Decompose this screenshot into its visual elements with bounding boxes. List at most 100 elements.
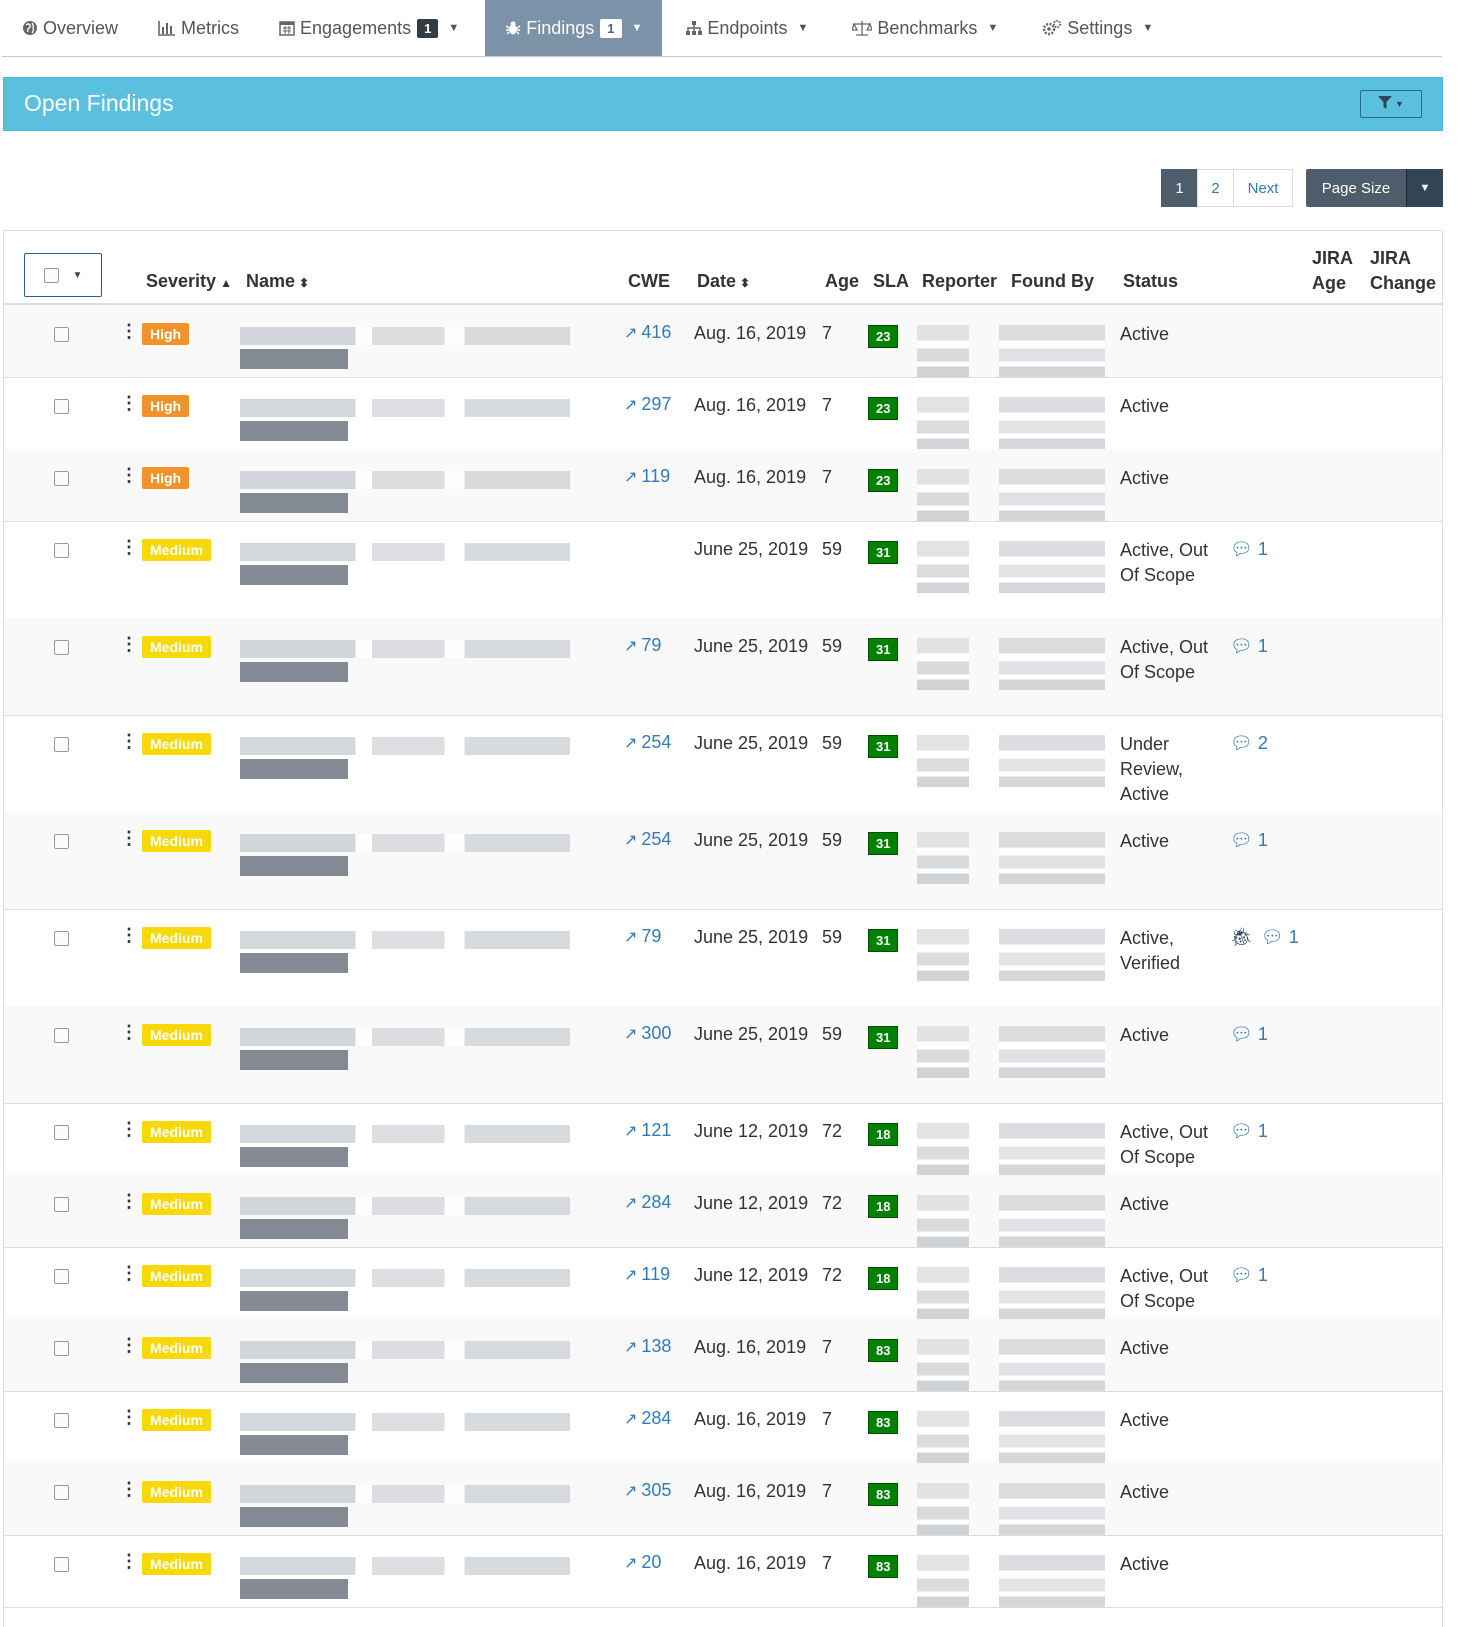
finding-name-redacted[interactable] <box>240 467 580 517</box>
cwe-link[interactable]: ↗ 20 <box>624 1552 661 1573</box>
row-checkbox[interactable] <box>54 640 69 655</box>
row-checkbox[interactable] <box>54 399 69 414</box>
row-actions-icon[interactable]: ⋮ <box>120 321 138 342</box>
page-1-button[interactable]: 1 <box>1161 169 1198 207</box>
col-status[interactable]: Status <box>1123 271 1178 292</box>
row-checkbox[interactable] <box>54 737 69 752</box>
row-checkbox[interactable] <box>54 327 69 342</box>
next-page-button[interactable]: Next <box>1233 169 1293 207</box>
finding-name-redacted[interactable] <box>240 830 580 880</box>
cwe-link[interactable]: ↗ 300 <box>624 1023 671 1044</box>
finding-name-redacted[interactable] <box>240 395 580 445</box>
page-2-button[interactable]: 2 <box>1197 169 1234 207</box>
nav-engagements[interactable]: Engagements 1 ▼ <box>263 0 485 56</box>
filter-button[interactable]: ▼ <box>1360 90 1422 118</box>
col-jira-age[interactable]: JIRA Age <box>1312 246 1356 296</box>
row-checkbox[interactable] <box>54 1557 69 1572</box>
row-actions-icon[interactable]: ⋮ <box>120 1551 138 1572</box>
cwe-link[interactable]: ↗ 305 <box>624 1480 671 1501</box>
notes-link[interactable]: 🐞︎ 💬︎ 1 <box>1230 927 1299 948</box>
nav-metrics[interactable]: Metrics <box>134 0 263 56</box>
row-actions-icon[interactable]: ⋮ <box>120 1119 138 1140</box>
finding-name-redacted[interactable] <box>240 1193 580 1243</box>
chevron-down-icon[interactable]: ▼ <box>1406 169 1443 207</box>
row-actions-icon[interactable]: ⋮ <box>120 731 138 752</box>
row-checkbox[interactable] <box>54 1028 69 1043</box>
col-jira-change[interactable]: JIRA Change <box>1370 246 1440 296</box>
finding-name-redacted[interactable] <box>240 636 580 686</box>
col-reporter[interactable]: Reporter <box>922 271 997 292</box>
finding-status: Active <box>1120 396 1170 416</box>
row-checkbox[interactable] <box>54 1485 69 1500</box>
notes-link[interactable]: 💬︎ 1 <box>1230 1121 1268 1142</box>
cwe-link[interactable]: ↗ 284 <box>624 1192 671 1213</box>
row-checkbox[interactable] <box>54 1269 69 1284</box>
notes-link[interactable]: 💬︎ 1 <box>1230 1024 1268 1045</box>
row-checkbox[interactable] <box>54 834 69 849</box>
finding-name-redacted[interactable] <box>240 1553 580 1603</box>
cwe-link[interactable]: ↗ 119 <box>624 1264 670 1285</box>
cwe-link[interactable]: ↗ 416 <box>624 322 671 343</box>
row-actions-icon[interactable]: ⋮ <box>120 1407 138 1428</box>
finding-name-redacted[interactable] <box>240 1337 580 1387</box>
row-actions-icon[interactable]: ⋮ <box>120 537 138 558</box>
col-sla[interactable]: SLA <box>873 271 909 292</box>
finding-date: June 12, 2019 <box>694 1265 809 1285</box>
notes-link[interactable]: 💬︎ 1 <box>1230 539 1268 560</box>
row-actions-icon[interactable]: ⋮ <box>120 393 138 414</box>
row-checkbox[interactable] <box>54 1413 69 1428</box>
col-cwe[interactable]: CWE <box>628 271 670 292</box>
cwe-link[interactable]: ↗ 121 <box>624 1120 671 1141</box>
nav-settings[interactable]: Settings ▼ <box>1022 0 1169 56</box>
cwe-link[interactable]: ↗ 79 <box>624 635 661 656</box>
cwe-link[interactable]: ↗ 297 <box>624 394 671 415</box>
finding-name-redacted[interactable] <box>240 1481 580 1531</box>
nav-endpoints[interactable]: Endpoints ▼ <box>662 0 832 56</box>
finding-name-redacted[interactable] <box>240 733 580 783</box>
finding-name-redacted[interactable] <box>240 539 580 589</box>
row-actions-icon[interactable]: ⋮ <box>120 465 138 486</box>
col-severity[interactable]: Severity ▲ <box>146 271 232 292</box>
row-checkbox[interactable] <box>54 931 69 946</box>
finding-name-redacted[interactable] <box>240 927 580 977</box>
cwe-link[interactable]: ↗ 254 <box>624 829 671 850</box>
finding-name-redacted[interactable] <box>240 323 580 373</box>
col-date[interactable]: Date ⬍ <box>697 271 750 292</box>
row-actions-icon[interactable]: ⋮ <box>120 1022 138 1043</box>
nav-findings[interactable]: Findings 1 ▼ <box>485 0 663 56</box>
row-checkbox[interactable] <box>54 1197 69 1212</box>
cwe-link[interactable]: ↗ 138 <box>624 1336 671 1357</box>
col-found-by[interactable]: Found By <box>1011 271 1094 292</box>
row-actions-icon[interactable]: ⋮ <box>120 1479 138 1500</box>
row-checkbox[interactable] <box>54 471 69 486</box>
reporter-redacted <box>917 929 969 981</box>
cwe-link[interactable]: ↗ 284 <box>624 1408 671 1429</box>
notes-link[interactable]: 💬︎ 1 <box>1230 830 1268 851</box>
notes-link[interactable]: 💬︎ 1 <box>1230 1265 1268 1286</box>
bulk-select-button[interactable]: ▼ <box>24 253 102 297</box>
col-age[interactable]: Age <box>825 271 859 292</box>
row-actions-icon[interactable]: ⋮ <box>120 1191 138 1212</box>
row-checkbox[interactable] <box>54 1125 69 1140</box>
row-actions-icon[interactable]: ⋮ <box>120 1335 138 1356</box>
notes-link[interactable]: 💬︎ 1 <box>1230 636 1268 657</box>
row-checkbox[interactable] <box>54 1341 69 1356</box>
finding-name-redacted[interactable] <box>240 1121 580 1171</box>
notes-link[interactable]: 💬︎ 2 <box>1230 733 1268 754</box>
row-checkbox[interactable] <box>54 543 69 558</box>
cwe-link[interactable]: ↗ 79 <box>624 926 661 947</box>
cwe-link[interactable]: ↗ 119 <box>624 466 670 487</box>
select-all-checkbox[interactable] <box>43 267 59 283</box>
col-name[interactable]: Name ⬍ <box>246 271 309 292</box>
page-size-button[interactable]: Page Size ▼ <box>1306 169 1443 207</box>
finding-name-redacted[interactable] <box>240 1409 580 1459</box>
row-actions-icon[interactable]: ⋮ <box>120 634 138 655</box>
nav-benchmarks[interactable]: Benchmarks ▼ <box>832 0 1022 56</box>
finding-name-redacted[interactable] <box>240 1024 580 1074</box>
row-actions-icon[interactable]: ⋮ <box>120 828 138 849</box>
cwe-link[interactable]: ↗ 254 <box>624 732 671 753</box>
finding-name-redacted[interactable] <box>240 1265 580 1315</box>
row-actions-icon[interactable]: ⋮ <box>120 925 138 946</box>
nav-overview[interactable]: Overview <box>2 0 134 56</box>
row-actions-icon[interactable]: ⋮ <box>120 1263 138 1284</box>
